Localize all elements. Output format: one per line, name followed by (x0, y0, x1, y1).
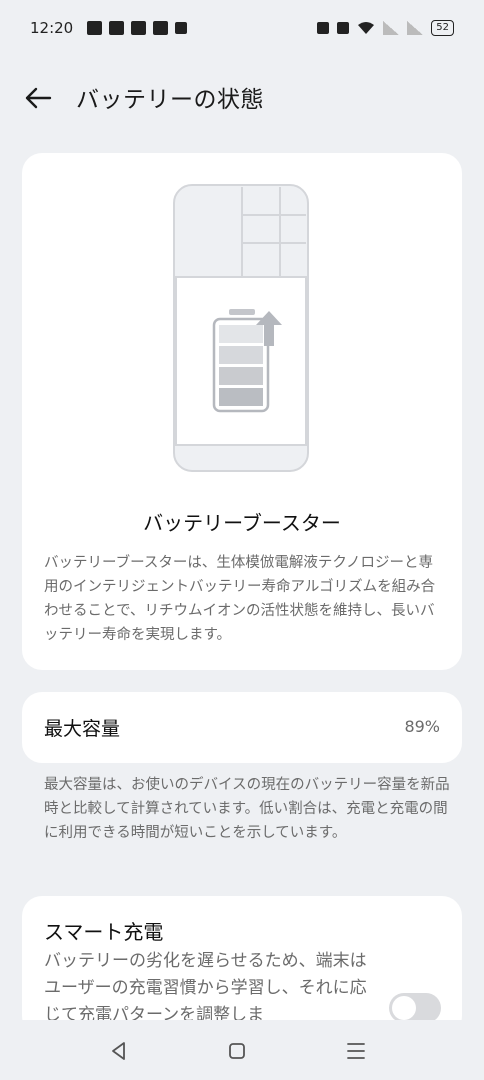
signal-icon (383, 21, 400, 35)
accessibility-icon (175, 22, 188, 34)
toggle-knob (392, 996, 416, 1020)
mail-icon (109, 21, 125, 35)
smart-charge-description: バッテリーの劣化を遅らせるため、端末はユーザーの充電習慣から学習し、それに応じて… (44, 951, 367, 1025)
app-notification-icon (131, 21, 147, 35)
nfc-icon (317, 22, 330, 34)
app-header: バッテリーの状態 (0, 70, 484, 126)
booster-title: バッテリーブースター (143, 511, 341, 535)
status-time: 12:20 (30, 19, 74, 37)
vibrate-icon (337, 22, 350, 34)
navigation-bar (0, 1020, 484, 1080)
wifi-icon (358, 22, 375, 34)
app-notification-icon (153, 21, 169, 35)
signal-icon (407, 21, 424, 35)
app-notification-icon (87, 21, 103, 35)
arrow-left-icon (25, 87, 52, 109)
max-capacity-card: 最大容量 89% (22, 692, 462, 763)
menu-lines-icon[interactable] (343, 1038, 369, 1064)
booster-description: バッテリーブースターは、生体模倣電解液テクノロジーと専用のインテリジェントバッテ… (44, 555, 436, 643)
capacity-value: 89% (404, 717, 440, 736)
capacity-description: 最大容量は、お使いのデバイスの現在のバッテリー容量を新品時と比較して計算されてい… (44, 777, 450, 841)
battery-booster-card: バッテリーブースター バッテリーブースターは、生体模倣電解液テクノロジーと専用の… (22, 153, 462, 670)
smart-charge-card: スマート充電 バッテリーの劣化を遅らせるため、端末はユーザーの充電習慣から学習し… (22, 896, 462, 1036)
smart-charge-label: スマート充電 (44, 920, 164, 944)
system-icons: 52 (317, 20, 454, 36)
back-button[interactable] (22, 82, 54, 114)
smart-charge-toggle[interactable] (389, 993, 441, 1023)
battery-booster-illustration (173, 184, 309, 472)
capacity-label: 最大容量 (44, 718, 121, 740)
triangle-back-icon[interactable] (106, 1038, 132, 1064)
battery-icon: 52 (431, 20, 454, 36)
square-home-icon[interactable] (224, 1038, 250, 1064)
notification-icons (87, 21, 188, 35)
page-title: バッテリーの状態 (76, 87, 264, 113)
status-bar: 12:20 52 (0, 0, 484, 56)
